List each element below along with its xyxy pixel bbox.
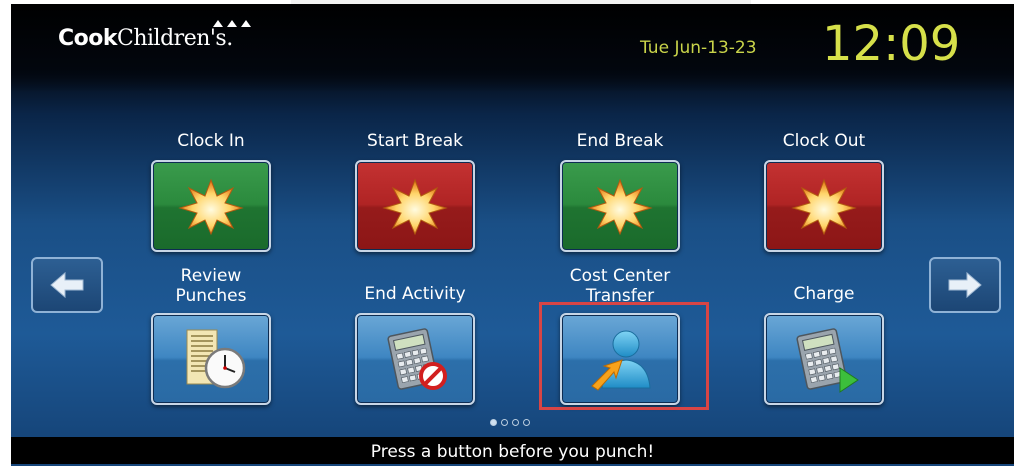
end-break-button[interactable] <box>560 160 680 252</box>
starburst-icon <box>791 178 857 236</box>
end-activity-button[interactable] <box>355 313 475 405</box>
logo: CookChildren's. <box>58 20 251 51</box>
page-dot <box>512 419 519 426</box>
tile-label-end-activity: End Activity <box>364 284 466 304</box>
tile-label-clock-out: Clock Out <box>782 131 866 151</box>
calculator-no-icon <box>387 328 447 390</box>
starburst-icon <box>587 178 653 236</box>
tile-label-review-punches: Review Punches <box>175 266 247 306</box>
arrow-right-icon <box>948 271 982 299</box>
tile-label-cost-center-transfer: Cost Center Transfer <box>569 266 671 306</box>
tile-label-clock-in: Clock In <box>177 131 245 151</box>
page-dot-active <box>490 419 497 426</box>
top-bezel-strip <box>291 0 751 4</box>
logo-emblem-icon <box>213 20 251 27</box>
selection-highlight <box>539 302 709 410</box>
logo-regular-text: Children's. <box>117 26 233 51</box>
next-page-button[interactable] <box>929 257 1001 313</box>
current-date: Tue Jun-13-23 <box>640 38 757 58</box>
tile-label-charge: Charge <box>793 284 855 304</box>
page-dot <box>501 419 508 426</box>
clock-in-button[interactable] <box>151 160 271 252</box>
start-break-button[interactable] <box>355 160 475 252</box>
calculator-play-icon <box>796 328 859 393</box>
review-punches-button[interactable] <box>151 313 271 405</box>
starburst-icon <box>178 178 244 236</box>
previous-page-button[interactable] <box>31 257 103 313</box>
page-indicator <box>490 419 530 426</box>
footer-message: Press a button before you punch! <box>370 442 655 462</box>
timesheet-clock-icon <box>186 329 246 389</box>
tile-label-start-break: Start Break <box>367 131 463 151</box>
page-dot <box>523 419 530 426</box>
current-time: 12:09 <box>822 16 961 72</box>
charge-button[interactable] <box>764 313 884 405</box>
logo-bold-text: Cook <box>58 26 118 51</box>
starburst-icon <box>382 178 448 236</box>
arrow-left-icon <box>50 271 84 299</box>
tile-label-end-break: End Break <box>576 131 664 151</box>
clock-out-button[interactable] <box>764 160 884 252</box>
